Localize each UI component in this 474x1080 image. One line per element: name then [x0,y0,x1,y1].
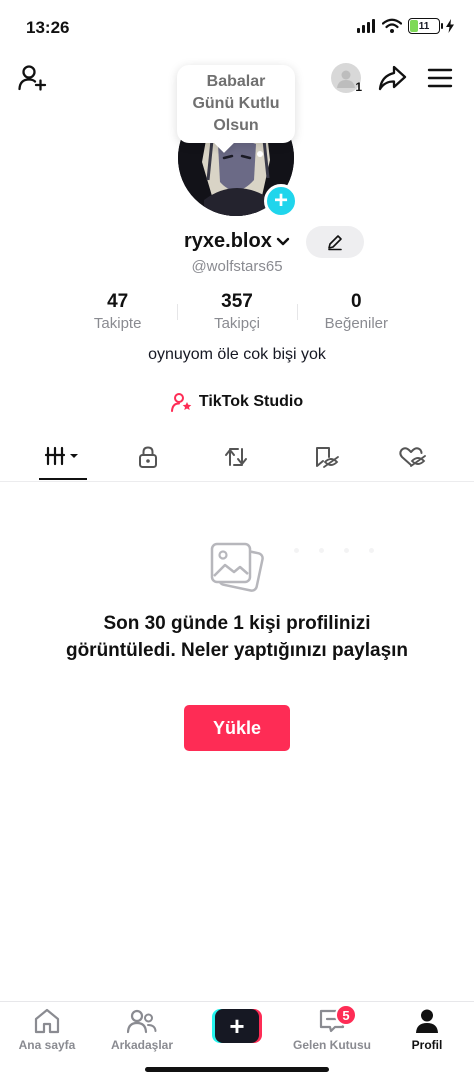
account-switcher[interactable]: 1 [326,60,366,96]
home-icon [34,1008,60,1034]
add-friend-button[interactable] [14,60,50,96]
status-icons: 11 [356,18,454,34]
charging-icon [446,19,454,33]
liked-heart-eye-icon [399,447,426,467]
tab-liked[interactable] [382,434,442,480]
stat-following[interactable]: 47 Takipte [58,290,177,336]
tiktok-studio-link[interactable]: TikTok Studio [0,392,474,412]
empty-gallery-icon [208,540,266,601]
inbox-badge: 5 [335,1004,357,1026]
content-tabs [0,434,474,482]
profile-bio: oynuyom öle cok bişi yok [148,346,326,363]
wifi-icon [382,18,402,33]
stat-value: 47 [107,291,129,312]
nav-profile-label: Profil [411,1038,443,1052]
name-row: ryxe.blox [0,226,474,260]
share-profile-button[interactable] [374,60,410,96]
edit-profile-button[interactable] [306,226,364,258]
tab-favorites[interactable] [296,434,356,480]
profile-icon [416,1009,438,1033]
pencil-icon [328,235,342,251]
nav-friends-label: Arkadaşlar [110,1038,174,1052]
chevron-down-icon [276,237,290,245]
tab-private[interactable] [118,434,178,480]
profile-note-bubble[interactable]: Babalar Günü Kutlu Olsun [177,65,295,143]
account-count: 1 [355,80,362,94]
stat-label: Takipçi [214,315,260,332]
username: ryxe.blox [184,230,272,252]
nav-home-label: Ana sayfa [18,1038,76,1052]
add-user-icon [18,65,47,91]
tab-videos[interactable] [39,434,87,480]
user-handle: @wolfstars65 [191,258,283,275]
stat-followers[interactable]: 357 Takipçi [177,290,296,336]
hamburger-menu-icon [427,68,453,88]
battery-icon: 11 [408,18,443,34]
stat-value: 357 [221,291,253,312]
stat-value: 0 [351,291,362,312]
profile-stats: 47 Takipte 357 Takipçi 0 Beğeniler [58,290,416,336]
home-indicator [145,1067,329,1072]
plus-icon: + [273,187,288,214]
empty-state-message: Son 30 günde 1 kişi profilinizi görüntül… [65,613,409,661]
nav-inbox-label: Gelen Kutusu [292,1038,371,1052]
tab-reposts[interactable] [206,434,266,480]
add-avatar-button[interactable]: + [264,184,298,218]
username-switcher[interactable]: ryxe.blox [184,230,290,253]
lock-icon [139,446,157,468]
upload-button[interactable]: Yükle [184,705,290,751]
note-text: Babalar Günü Kutlu Olsun [192,73,280,134]
decorative-dots [294,548,374,553]
studio-user-star-icon [170,393,192,412]
repost-icon [225,448,247,466]
nav-friends[interactable]: Arkadaşlar [95,1008,189,1062]
plus-icon: + [215,1009,259,1043]
bookmark-eye-icon [316,447,339,468]
grid-icon [44,446,78,466]
friends-icon [127,1009,157,1034]
nav-profile[interactable]: Profil [380,1008,474,1062]
status-bar: 13:26 11 [0,0,474,56]
create-post-button[interactable]: + [212,1009,262,1043]
nav-inbox[interactable]: 5 Gelen Kutusu [285,1004,379,1062]
signal-icon [357,19,375,33]
stat-label: Takipte [93,315,142,332]
studio-label: TikTok Studio [198,393,304,410]
battery-level: 11 [418,20,430,32]
share-icon [378,65,407,91]
nav-home[interactable]: Ana sayfa [0,1008,94,1062]
stat-likes[interactable]: 0 Beğeniler [296,290,416,336]
status-time: 13:26 [26,18,70,37]
stat-label: Beğeniler [324,315,389,332]
menu-button[interactable] [422,60,458,96]
